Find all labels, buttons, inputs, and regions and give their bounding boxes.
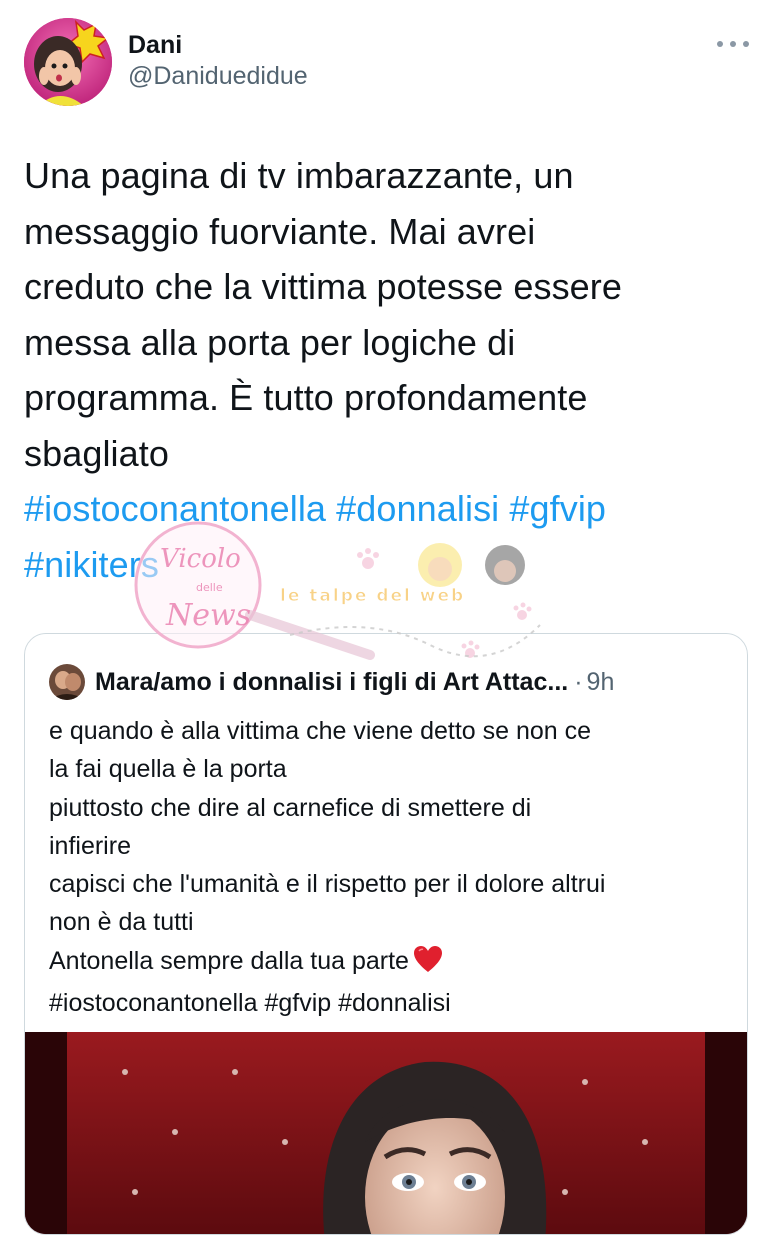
tweet: Dani @Daniduedidue Una pagina di tv imba… (0, 0, 771, 1235)
tweet-body-line: messa alla porta per logiche di (24, 321, 516, 363)
heart-icon (413, 945, 443, 984)
quoted-body-line: e quando è alla vittima che viene detto … (49, 717, 592, 745)
quoted-hashtag: #gfvip (264, 989, 332, 1018)
hashtag-link[interactable]: #gfvip (509, 488, 606, 529)
quoted-hashtag: #donnalisi (338, 989, 451, 1018)
quoted-body-line: non è da tutti (49, 908, 194, 937)
quoted-tweet-header: Mara/amo i donnalisi i figli di Art Atta… (49, 662, 729, 702)
tweet-header: Dani @Daniduedidue (24, 18, 749, 108)
quoted-body-text: Antonella sempre dalla tua parte (49, 946, 409, 975)
tweet-body-line: Una pagina di tv imbarazzante, un (24, 155, 574, 196)
hashtag-link[interactable]: #iostoconantonella (24, 488, 326, 529)
tweet-body: Una pagina di tv imbarazzante, un messag… (24, 148, 739, 592)
quoted-author-avatar (49, 664, 85, 700)
separator-dot: · (574, 667, 583, 696)
author-avatar[interactable] (24, 18, 112, 106)
watermark-circle-bottom: News (165, 598, 251, 633)
quoted-body-line: infierire (49, 831, 131, 860)
quoted-hashtag-line: #iostoconantonella #gfvip #donnalisi (49, 984, 729, 1022)
tweet-body-line: creduto che la vittima potesse essere (24, 266, 622, 307)
quoted-body-line: la fai quella è la porta (49, 755, 287, 784)
quoted-tweet-body: e quando è alla vittima che viene detto … (49, 712, 729, 1022)
tweet-body-line: sbagliato (24, 432, 170, 474)
hashtag-link[interactable]: #nikiters (24, 544, 159, 585)
quoted-tweet[interactable]: Mara/amo i donnalisi i figli di Art Atta… (24, 633, 748, 1235)
quoted-media-image[interactable] (25, 1032, 747, 1234)
quoted-body-line: capisci che l'umanità e il rispetto per … (49, 870, 606, 899)
quoted-body-line: Antonella sempre dalla tua parte (49, 942, 729, 984)
author-display-name[interactable]: Dani (128, 30, 308, 60)
author-handle[interactable]: @Daniduedidue (128, 60, 308, 92)
quoted-body-line: piuttosto che dire al carnefice di smett… (49, 793, 532, 822)
hashtag-line: #nikiters (24, 537, 739, 593)
tweet-body-line: messaggio fuorviante. Mai avrei (24, 210, 536, 252)
tweet-body-line: programma. È tutto profondamente (24, 377, 588, 418)
quoted-hashtag: #iostoconantonella (49, 989, 258, 1018)
hashtag-link[interactable]: #donnalisi (336, 488, 499, 529)
quoted-author-name[interactable]: Mara/amo i donnalisi i figli di Art Atta… (95, 668, 568, 697)
author-names[interactable]: Dani @Daniduedidue (128, 30, 308, 92)
hashtag-line: #iostoconantonella #donnalisi #gfvip (24, 481, 739, 537)
ellipsis-icon[interactable] (717, 38, 749, 50)
quoted-timestamp[interactable]: 9h (587, 668, 615, 697)
